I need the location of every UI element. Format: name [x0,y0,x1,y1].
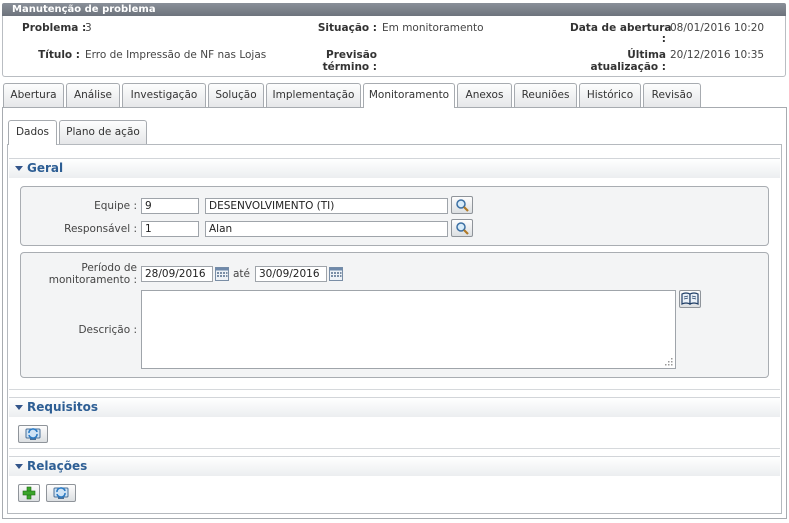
responsavel-search-button[interactable] [451,219,473,237]
descricao-label: Descrição : [78,324,137,336]
magnifier-icon [456,199,469,212]
tab-implementacao[interactable]: Implementação [266,83,361,107]
refresh-icon [53,487,69,499]
tab-abertura[interactable]: Abertura [3,83,64,107]
ultima-label-2: atualização : [590,61,666,73]
responsavel-label: Responsável : [64,223,137,235]
data-abertura-colon: : [661,33,666,45]
previsao-label-2: término : [322,61,377,73]
section-requisitos-title: Requisitos [27,400,99,414]
equipe-code-input[interactable]: 9 [141,198,199,214]
situacao-label: Situação : [317,22,377,34]
data-abertura-label: Data de abertura [570,22,672,34]
refresh-icon [25,428,41,440]
collapse-triangle-icon[interactable] [15,405,23,410]
data-abertura-value: 08/01/2016 10:20 [670,22,765,34]
magnifier-icon [456,222,469,235]
ultima-label-1: Última [627,49,666,61]
section-relacoes-header[interactable]: Relações [9,456,780,476]
descricao-textarea[interactable] [141,290,676,369]
tab-monitoramento[interactable]: Monitoramento [363,83,455,108]
requisitos-refresh-button[interactable] [18,425,48,443]
relacoes-refresh-button[interactable] [46,484,76,502]
periodo-inicio-calendar-icon[interactable] [215,266,229,284]
titulo-value: Erro de Impressão de NF nas Lojas [85,49,267,61]
responsavel-code-input[interactable]: 1 [141,221,199,237]
plus-icon [22,486,36,500]
subtab-dados[interactable]: Dados [8,120,57,145]
ate-label: até [233,268,251,280]
descricao-book-button[interactable] [679,290,701,308]
equipe-label: Equipe : [94,200,137,212]
subtab-plano-de-acao[interactable]: Plano de ação [59,120,147,144]
section-geral-title: Geral [27,161,64,175]
section-requisitos-header[interactable]: Requisitos [9,397,780,417]
collapse-triangle-icon[interactable] [15,464,23,469]
section-geral-header[interactable]: Geral [9,158,780,178]
problema-label: Problema : [22,22,87,34]
periodo-fim-calendar-icon[interactable] [329,266,343,284]
equipe-search-button[interactable] [451,196,473,214]
tab-analise[interactable]: Análise [66,83,120,107]
situacao-value: Em monitoramento [382,22,484,34]
book-icon [681,292,699,305]
resize-grip-icon[interactable] [664,357,674,370]
responsavel-name-input[interactable]: Alan [205,221,448,237]
section-divider [9,389,780,390]
periodo-label-2: monitoramento : [48,274,137,286]
relacoes-add-button[interactable] [18,484,40,502]
section-relacoes-title: Relações [27,459,88,473]
window-title: Manutenção de problema [2,3,786,16]
periodo-label-1: Período de [81,262,137,274]
tab-anexos[interactable]: Anexos [457,83,512,107]
periodo-inicio-input[interactable]: 28/09/2016 [141,266,213,282]
periodo-fim-input[interactable]: 30/09/2016 [255,266,327,282]
equipe-fieldset [20,186,769,246]
tab-revisao[interactable]: Revisão [643,83,701,107]
previsao-label-1: Previsão [326,49,377,61]
collapse-triangle-icon[interactable] [15,166,23,171]
problema-value: 3 [85,22,92,34]
tab-historico[interactable]: Histórico [579,83,641,107]
titulo-label: Título : [38,49,80,61]
tab-investigacao[interactable]: Investigação [122,83,206,107]
equipe-name-input[interactable]: DESENVOLVIMENTO (TI) [205,198,448,214]
tab-solucao[interactable]: Solução [208,83,264,107]
tab-reunioes[interactable]: Reuniões [514,83,577,107]
ultima-value: 20/12/2016 10:35 [670,49,765,61]
section-divider [9,448,780,449]
